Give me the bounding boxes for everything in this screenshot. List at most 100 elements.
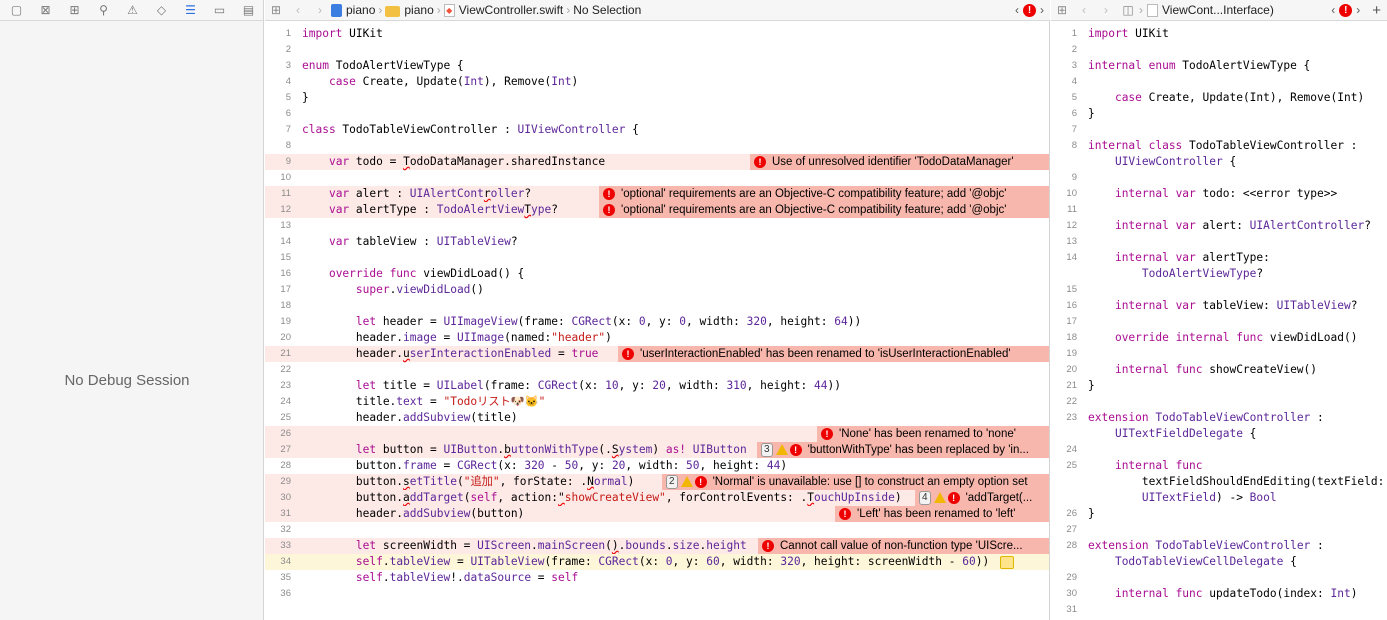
breadcrumb-folder[interactable]: piano [404,3,433,17]
code-line[interactable]: 7 class TodoTableViewController : UIViewC… [265,122,1049,138]
code-line[interactable]: 29 button.setTitle("追加", forState: .Norm… [265,474,1049,490]
code-line[interactable]: 22 [1051,394,1387,410]
code-line[interactable]: 18 [265,298,1049,314]
code-line[interactable]: 7 [1051,122,1387,138]
code-line[interactable]: 4 [1051,74,1387,90]
code-line[interactable]: 11 var alert : UIAlertController?! 'optio… [265,186,1049,202]
forward-icon[interactable]: › [309,3,331,17]
hierarchy-icon[interactable]: ⊞ [60,0,89,21]
code-line[interactable]: textFieldShouldEndEditing(textField: [1051,474,1387,490]
code-line[interactable]: UITextFieldDelegate { [1051,426,1387,442]
issue-banner[interactable]: ! Use of unresolved identifier 'TodoDataM… [750,154,1049,170]
code-line[interactable]: 5 case Create, Update(Int), Remove(Int) [1051,90,1387,106]
issue-banner[interactable]: 2! 'Normal' is unavailable: use [] to con… [662,474,1049,490]
code-line[interactable]: 34 self.tableView = UITableView(frame: C… [265,554,1049,570]
code-line[interactable]: 16 override func viewDidLoad() { [265,266,1049,282]
code-line[interactable]: 20 internal func showCreateView() [1051,362,1387,378]
debug-icon[interactable]: ☰ [176,0,205,21]
issue-icon[interactable]: ⚠ [118,0,147,21]
issue-banner[interactable]: ! 'None' has been renamed to 'none' [817,426,1049,442]
code-line[interactable]: 16 internal var tableView: UITableView? [1051,298,1387,314]
code-line[interactable]: 23 let title = UILabel(frame: CGRect(x: … [265,378,1049,394]
previous-issue-icon[interactable]: ‹ [1015,3,1019,17]
code-line[interactable]: 28 extension TodoTableViewController : [1051,538,1387,554]
code-line[interactable]: 25 header.addSubview(title) [265,410,1049,426]
code-line[interactable]: 32 [265,522,1049,538]
code-line[interactable]: 13 [1051,234,1387,250]
code-line[interactable]: 6} [1051,106,1387,122]
code-line[interactable]: 10 internal var todo: <<error type>> [1051,186,1387,202]
assistant-mode-icon[interactable]: ◫ [1117,3,1139,17]
code-line[interactable]: 19 [1051,346,1387,362]
code-line[interactable]: 15 [265,250,1049,266]
issue-banner[interactable]: 3! 'buttonWithType' has been replaced by … [757,442,1049,458]
code-line[interactable]: UITextField) -> Bool [1051,490,1387,506]
back-icon[interactable]: ‹ [1073,3,1095,17]
issue-count-badge[interactable]: 2 [666,475,678,489]
code-line[interactable]: 21 header.userInteractionEnabled = true!… [265,346,1049,362]
code-line[interactable]: 2 [1051,42,1387,58]
code-line[interactable]: 36 [265,586,1049,602]
assistant-editor[interactable]: 1 import UIKit 2 3 internal enum TodoAlertVi… [1051,21,1387,620]
code-line[interactable]: 19 let header = UIImageView(frame: CGRec… [265,314,1049,330]
code-line[interactable]: 26! 'None' has been renamed to 'none' [265,426,1049,442]
issue-banner[interactable]: ! Cannot call value of non-function type … [758,538,1049,554]
code-line[interactable]: 6 [265,106,1049,122]
code-line[interactable]: 2 [265,42,1049,58]
previous-issue-icon[interactable]: ‹ [1331,3,1335,17]
code-line[interactable]: 1 import UIKit [1051,26,1387,42]
code-line[interactable]: 17 [1051,314,1387,330]
code-line[interactable]: 27 [1051,522,1387,538]
report-icon[interactable]: ▤ [234,0,263,21]
test-icon[interactable]: ◇ [147,0,176,21]
code-line[interactable]: 8 internal class TodoTableViewController … [1051,138,1387,154]
code-line[interactable]: 30 button.addTarget(self, action:"showCr… [265,490,1049,506]
source-control-icon[interactable]: ⊠ [31,0,60,21]
code-line[interactable]: 23 extension TodoTableViewController : [1051,410,1387,426]
code-line[interactable]: 26} [1051,506,1387,522]
code-line[interactable]: 9 [1051,170,1387,186]
breadcrumb-project[interactable]: piano [346,3,375,17]
code-line[interactable]: 28 button.frame = CGRect(x: 320 - 50, y:… [265,458,1049,474]
issue-banner[interactable]: 4! 'addTarget(... [915,490,1049,506]
code-line[interactable]: 22 [265,362,1049,378]
issue-banner[interactable]: ! 'optional' requirements are an Objectiv… [599,202,1049,218]
code-line[interactable]: 1 import UIKit [265,26,1049,42]
related-items-icon[interactable]: ⊞ [1051,3,1073,17]
code-line[interactable]: TodoTableViewCellDelegate { [1051,554,1387,570]
code-line[interactable]: 24 [1051,442,1387,458]
code-line[interactable]: 15 [1051,282,1387,298]
code-line[interactable]: 31 [1051,602,1387,618]
folder-icon[interactable]: ▢ [2,0,31,21]
back-icon[interactable]: ‹ [287,3,309,17]
code-line[interactable]: 14 var tableView : UITableView? [265,234,1049,250]
related-items-icon[interactable]: ⊞ [265,3,287,17]
code-line[interactable]: 3 enum TodoAlertViewType { [265,58,1049,74]
code-line[interactable]: UIViewController { [1051,154,1387,170]
code-line[interactable]: 27 let button = UIButton.buttonWithType(… [265,442,1049,458]
code-line[interactable]: 8 [265,138,1049,154]
breadcrumb-selection[interactable]: No Selection [573,3,641,17]
code-line[interactable]: 35 self.tableView!.dataSource = self [265,570,1049,586]
code-line[interactable]: 30 internal func updateTodo(index: Int) [1051,586,1387,602]
code-line[interactable]: 21} [1051,378,1387,394]
issue-banner[interactable]: ! 'userInteractionEnabled' has been renam… [618,346,1049,362]
next-issue-icon[interactable]: › [1040,3,1044,17]
issue-banner[interactable]: ! 'Left' has been renamed to 'left' [835,506,1049,522]
code-line[interactable]: 18 override internal func viewDidLoad() [1051,330,1387,346]
code-line[interactable]: 12 var alertType : TodoAlertViewType?! 'o… [265,202,1049,218]
issue-count-badge[interactable]: 4 [919,491,931,505]
code-line[interactable]: 31 header.addSubview(button)! 'Left' has … [265,506,1049,522]
issue-banner[interactable]: ! 'optional' requirements are an Objectiv… [599,186,1049,202]
code-line[interactable]: 13 [265,218,1049,234]
code-line[interactable]: 17 super.viewDidLoad() [265,282,1049,298]
search-icon[interactable]: ⚲ [89,0,118,21]
breadcrumb-interface[interactable]: ViewCont...Interface) [1162,3,1274,17]
code-line[interactable]: 14 internal var alertType: [1051,250,1387,266]
code-line[interactable]: TodoAlertViewType? [1051,266,1387,282]
code-line[interactable]: 29 [1051,570,1387,586]
code-line[interactable]: 12 internal var alert: UIAlertController… [1051,218,1387,234]
code-line[interactable]: 5} [265,90,1049,106]
code-line[interactable]: 24 title.text = "Todoリスト🐶🐱" [265,394,1049,410]
code-line[interactable]: 3 internal enum TodoAlertViewType { [1051,58,1387,74]
